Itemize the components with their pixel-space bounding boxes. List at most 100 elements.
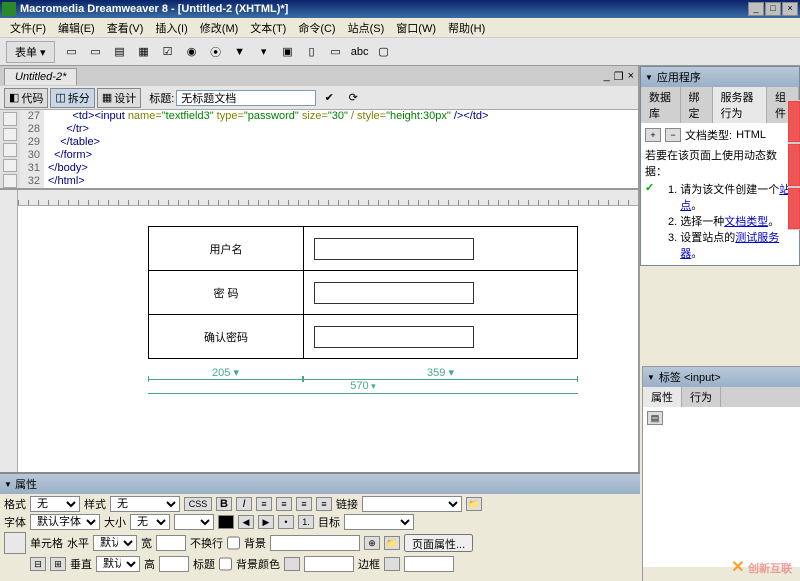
css-button[interactable]: CSS <box>184 497 212 511</box>
size-unit-select[interactable] <box>174 514 214 530</box>
minimize-button[interactable]: _ <box>748 2 764 16</box>
radio-icon[interactable]: ◉ <box>181 42 203 62</box>
height-input[interactable] <box>159 556 189 572</box>
textfield-icon[interactable]: ▭ <box>85 42 107 62</box>
border-swatch[interactable] <box>384 557 400 571</box>
format-select[interactable]: 无 <box>30 496 80 512</box>
menu-text[interactable]: 文本(T) <box>244 18 292 38</box>
style-select[interactable]: 无 <box>110 496 180 512</box>
form-table[interactable]: 用户名 密 码 确认密码 <box>148 226 578 359</box>
header-checkbox[interactable] <box>219 556 232 572</box>
confirm-password-input[interactable] <box>314 326 474 348</box>
panel-title[interactable]: ▼标签 <input> <box>643 367 800 387</box>
label-icon[interactable]: abc <box>349 42 371 62</box>
bgcolor-input[interactable] <box>304 556 354 572</box>
cell-field[interactable] <box>304 271 578 315</box>
font-select[interactable]: 默认字体 <box>30 514 100 530</box>
jumpmenu-icon[interactable]: ▾ <box>253 42 275 62</box>
split-view-button[interactable]: ◫ 拆分 <box>50 88 94 108</box>
menu-help[interactable]: 帮助(H) <box>442 18 491 38</box>
tab-database[interactable]: 数据库 <box>641 87 681 123</box>
doc-minimize-icon[interactable]: _ <box>604 70 610 83</box>
hidden-icon[interactable]: ▤ <box>109 42 131 62</box>
target-select[interactable] <box>344 514 414 530</box>
color-swatch[interactable] <box>218 515 234 529</box>
username-input[interactable] <box>314 238 474 260</box>
border-input[interactable] <box>404 556 454 572</box>
bg-folder-icon[interactable]: 📁 <box>384 536 400 550</box>
password-input[interactable] <box>314 282 474 304</box>
vtb-icon[interactable] <box>3 159 17 173</box>
bg-browse-icon[interactable]: ⊕ <box>364 536 380 550</box>
menu-modify[interactable]: 修改(M) <box>194 18 245 38</box>
maximize-button[interactable]: □ <box>765 2 781 16</box>
panel-title[interactable]: ▼ 属性 <box>0 474 640 494</box>
bgcolor-swatch[interactable] <box>284 557 300 571</box>
form-icon[interactable]: ▭ <box>61 42 83 62</box>
menu-commands[interactable]: 命令(C) <box>292 18 341 38</box>
menu-file[interactable]: 文件(F) <box>4 18 52 38</box>
cell-label[interactable]: 密 码 <box>149 271 304 315</box>
doctype-link[interactable]: 文档类型 <box>724 216 768 228</box>
tag-body[interactable]: ▤ <box>643 407 800 567</box>
menu-edit[interactable]: 编辑(E) <box>52 18 101 38</box>
tab-server-behaviors[interactable]: 服务器行为 <box>713 87 768 123</box>
insert-category[interactable]: 表单 ▾ <box>6 41 55 63</box>
button-icon[interactable]: ▭ <box>325 42 347 62</box>
code-view-button[interactable]: ◧ 代码 <box>4 88 48 108</box>
link-folder-icon[interactable]: 📁 <box>466 497 482 511</box>
cell-field[interactable] <box>304 315 578 359</box>
vtb-icon[interactable] <box>3 112 17 126</box>
menu-view[interactable]: 查看(V) <box>101 18 150 38</box>
checkbox-icon[interactable]: ☑ <box>157 42 179 62</box>
textarea-icon[interactable]: ▦ <box>133 42 155 62</box>
menu-window[interactable]: 窗口(W) <box>390 18 442 38</box>
title-input[interactable] <box>176 90 316 106</box>
align-center-icon[interactable]: ≡ <box>276 497 292 511</box>
add-button[interactable]: + <box>645 128 661 142</box>
width-input[interactable] <box>156 535 186 551</box>
cell-label[interactable]: 用户名 <box>149 227 304 271</box>
design-canvas[interactable]: 用户名 密 码 确认密码 205 ▾ 359 ▾ 570 ▾ <box>18 206 638 488</box>
align-left-icon[interactable]: ≡ <box>256 497 272 511</box>
validate-icon[interactable]: ✔ <box>318 88 340 108</box>
tab-attributes[interactable]: 属性 <box>643 387 682 407</box>
browser-check-icon[interactable]: ⟳ <box>342 88 364 108</box>
align-right-icon[interactable]: ≡ <box>296 497 312 511</box>
cell-label[interactable]: 确认密码 <box>149 315 304 359</box>
panel-title[interactable]: ▼应用程序 <box>641 67 799 87</box>
vtb-icon[interactable] <box>3 143 17 157</box>
nowrap-checkbox[interactable] <box>227 535 240 551</box>
design-view-button[interactable]: ▦ 设计 <box>97 88 141 108</box>
tab-behaviors[interactable]: 行为 <box>682 387 721 407</box>
add-icon[interactable]: ▤ <box>647 411 663 425</box>
bold-icon[interactable]: B <box>216 497 232 511</box>
menu-site[interactable]: 站点(S) <box>342 18 391 38</box>
bg-input[interactable] <box>270 535 360 551</box>
doc-restore-icon[interactable]: ❐ <box>614 70 624 83</box>
menu-insert[interactable]: 插入(I) <box>149 18 193 38</box>
radiogroup-icon[interactable]: ⦿ <box>205 42 227 62</box>
code-text[interactable]: <td><input name="textfield3" type="passw… <box>44 110 638 188</box>
close-button[interactable]: × <box>782 2 798 16</box>
split-icon[interactable]: ⊞ <box>50 557 66 571</box>
outdent-icon[interactable]: ◀ <box>238 515 254 529</box>
fieldset-icon[interactable]: ▢ <box>373 42 395 62</box>
imagefield-icon[interactable]: ▣ <box>277 42 299 62</box>
align-justify-icon[interactable]: ≡ <box>316 497 332 511</box>
select-icon[interactable]: ▼ <box>229 42 251 62</box>
merge-icon[interactable]: ⊟ <box>30 557 46 571</box>
page-properties-button[interactable]: 页面属性... <box>404 534 473 552</box>
code-view[interactable]: 2728293031323334 <td><input name="textfi… <box>0 110 638 190</box>
doc-close-icon[interactable]: × <box>628 70 634 83</box>
tab-bindings[interactable]: 绑定 <box>681 87 713 123</box>
design-view[interactable]: 用户名 密 码 确认密码 205 ▾ 359 ▾ 570 ▾ <box>0 190 638 488</box>
cell-icon[interactable] <box>4 532 26 554</box>
indent-icon[interactable]: ▶ <box>258 515 274 529</box>
vtb-icon[interactable] <box>3 128 17 142</box>
size-select[interactable]: 无 <box>130 514 170 530</box>
link-select[interactable] <box>362 496 462 512</box>
ol-icon[interactable]: 1. <box>298 515 314 529</box>
ul-icon[interactable]: • <box>278 515 294 529</box>
vtb-icon[interactable] <box>3 174 17 188</box>
